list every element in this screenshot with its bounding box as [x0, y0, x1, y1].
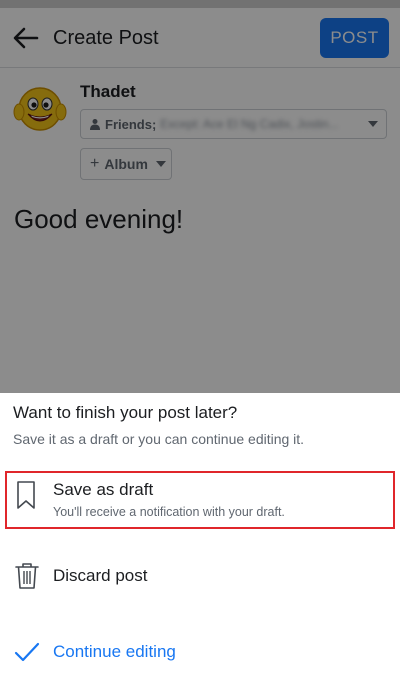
discard-post-option[interactable]: Discard post [0, 553, 400, 599]
save-draft-option[interactable]: Save as draft You'll receive a notificat… [0, 471, 400, 529]
save-draft-label: Save as draft [53, 480, 154, 499]
bottom-sheet: Want to finish your post later? Save it … [0, 393, 400, 693]
sheet-title: Want to finish your post later? [13, 403, 238, 422]
continue-editing-label: Continue editing [53, 642, 176, 661]
sheet-subtitle: Save it as a draft or you can continue e… [13, 431, 305, 447]
dim-overlay[interactable] [0, 0, 400, 393]
save-draft-description: You'll receive a notification with your … [53, 505, 285, 519]
screen: Create Post POST Thadet Friends; Except:… [0, 0, 400, 693]
discard-post-label: Discard post [53, 566, 148, 585]
bookmark-icon [17, 481, 35, 509]
check-icon [14, 642, 40, 662]
trash-icon [15, 563, 39, 589]
continue-editing-option[interactable]: Continue editing [0, 629, 400, 675]
